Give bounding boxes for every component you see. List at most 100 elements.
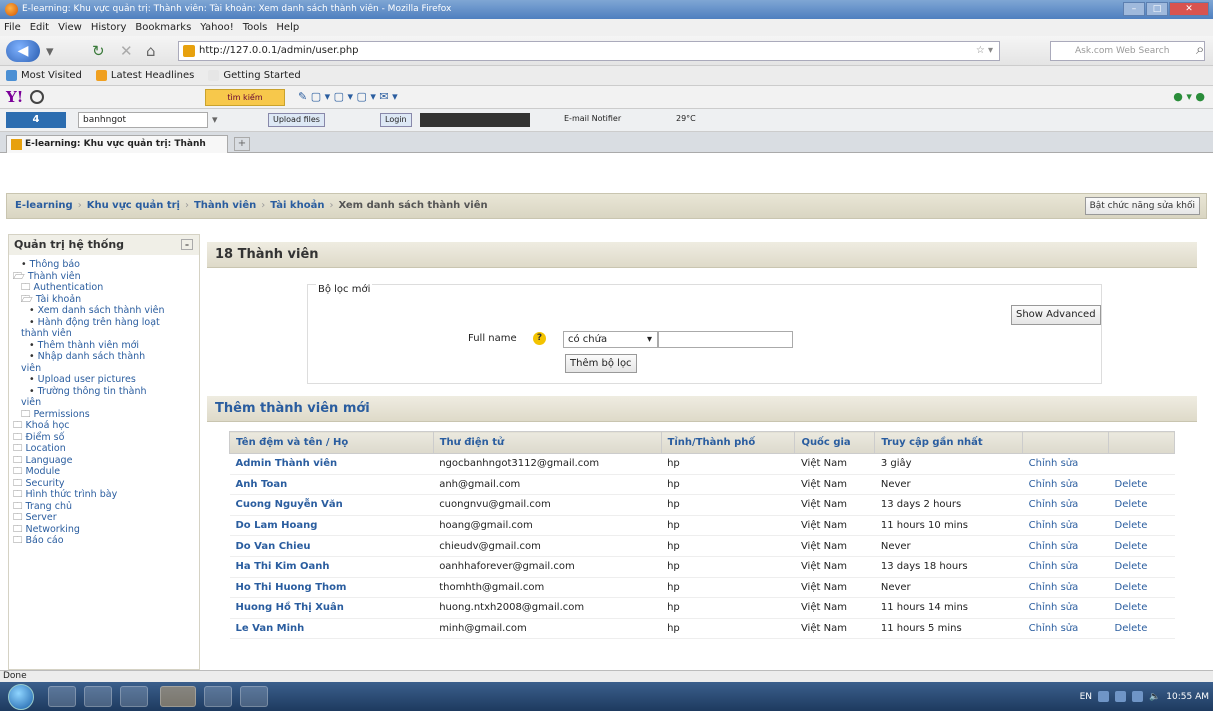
show-advanced-button[interactable]: Show Advanced: [1011, 305, 1101, 325]
username-field[interactable]: banhngot: [78, 112, 208, 128]
home-icon[interactable]: ⌂: [146, 42, 156, 60]
collapse-icon[interactable]: –: [181, 239, 193, 250]
web-search-box[interactable]: Ask.com Web Search: [1050, 41, 1205, 61]
edit-link[interactable]: Chỉnh sửa: [1022, 494, 1109, 516]
edit-link[interactable]: Chỉnh sửa: [1022, 597, 1109, 619]
edit-link[interactable]: Chỉnh sửa: [1022, 577, 1109, 599]
sidebar-item[interactable]: 🗀 Hình thức trình bày: [13, 489, 199, 501]
column-header[interactable]: Tỉnh/Thành phố: [660, 431, 796, 454]
delete-link[interactable]: Delete: [1108, 535, 1175, 557]
column-header[interactable]: Thư điện tử: [432, 431, 662, 454]
upload-files-button[interactable]: Upload files: [268, 113, 325, 127]
member-name-link[interactable]: Ha Thi Kim Oanh: [229, 556, 434, 578]
breadcrumb-item[interactable]: Khu vực quản trị: [87, 200, 180, 211]
menu-bookmarks[interactable]: Bookmarks: [135, 19, 191, 36]
media-player-widget[interactable]: [420, 113, 530, 127]
start-button[interactable]: [8, 684, 34, 710]
sidebar-item[interactable]: • Upload user pictures: [13, 374, 199, 386]
clock[interactable]: 10:55 AM: [1166, 692, 1209, 702]
member-name-link[interactable]: Do Lam Hoang: [229, 515, 434, 537]
member-name-link[interactable]: Ho Thi Huong Thom: [229, 577, 434, 599]
breadcrumb-item[interactable]: Tài khoản: [270, 200, 324, 211]
app2-taskbar-icon[interactable]: [240, 686, 268, 707]
edit-link[interactable]: Chỉnh sửa: [1022, 556, 1109, 578]
edit-link[interactable]: Chỉnh sửa: [1022, 474, 1109, 496]
filter-operator-select[interactable]: có chứa ▾: [563, 331, 658, 348]
filter-value-input[interactable]: [658, 331, 793, 348]
sidebar-item[interactable]: 🗀 Authentication: [13, 282, 199, 294]
sidebar-item[interactable]: viên: [13, 397, 199, 409]
yahoo-search-icon[interactable]: [30, 90, 44, 104]
user-dropdown-icon[interactable]: ▾: [212, 113, 218, 126]
bookmark-item[interactable]: Most Visited: [6, 66, 82, 85]
menu-view[interactable]: View: [58, 19, 82, 36]
explorer-icon[interactable]: [84, 686, 112, 707]
maximize-button[interactable]: □: [1146, 2, 1168, 16]
minimize-button[interactable]: –: [1123, 2, 1145, 16]
email-notifier[interactable]: E-mail Notifier: [560, 113, 625, 127]
back-button[interactable]: ◀: [6, 40, 40, 62]
reload-icon[interactable]: ↻: [92, 42, 105, 60]
history-dropdown-icon[interactable]: ▾: [46, 42, 54, 60]
menu-history[interactable]: History: [91, 19, 127, 36]
delete-link[interactable]: Delete: [1108, 515, 1175, 537]
search-icon[interactable]: ⌕: [1196, 40, 1204, 58]
app-taskbar-icon[interactable]: [204, 686, 232, 707]
close-button[interactable]: ✕: [1169, 2, 1209, 16]
sidebar-item[interactable]: 🗀 Khoá học: [13, 420, 199, 432]
ie-icon[interactable]: [48, 686, 76, 707]
yahoo-logo[interactable]: Y!: [6, 88, 23, 106]
edit-link[interactable]: Chỉnh sửa: [1022, 515, 1109, 537]
member-name-link[interactable]: Cuong Nguyễn Văn: [229, 494, 434, 516]
sidebar-item[interactable]: 🗀 Báo cáo: [13, 535, 199, 547]
add-member-heading[interactable]: Thêm thành viên mới: [207, 396, 1197, 422]
tray-icon[interactable]: [1098, 691, 1110, 702]
delete-link[interactable]: Delete: [1108, 494, 1175, 516]
add-filter-button[interactable]: Thêm bộ lọc: [565, 354, 637, 373]
breadcrumb-item[interactable]: Thành viên: [194, 200, 256, 211]
sidebar-item[interactable]: 🗀 Security: [13, 478, 199, 490]
member-name-link[interactable]: Anh Toan: [229, 474, 434, 496]
menu-yahoo[interactable]: Yahoo!: [200, 19, 233, 36]
sidebar-item[interactable]: 🗀 Location: [13, 443, 199, 455]
sidebar-item[interactable]: 🗀 Permissions: [13, 409, 199, 421]
member-name-link[interactable]: Le Van Minh: [229, 618, 434, 640]
menu-tools[interactable]: Tools: [243, 19, 268, 36]
yahoo-settings-icon[interactable]: ● ▾ ●: [1173, 90, 1205, 103]
delete-link[interactable]: Delete: [1108, 556, 1175, 578]
url-bar[interactable]: http://127.0.0.1/admin/user.php ☆ ▾: [178, 41, 1000, 61]
member-name-link[interactable]: Do Van Chieu: [229, 535, 434, 557]
volume-icon[interactable]: 🔈: [1149, 692, 1160, 702]
sidebar-item[interactable]: thành viên: [13, 328, 199, 340]
sidebar-item[interactable]: 🗁 Tài khoản: [13, 294, 199, 306]
menu-file[interactable]: File: [4, 19, 21, 36]
sidebar-item[interactable]: 🗀 Server: [13, 512, 199, 524]
yahoo-tools-icons[interactable]: ✎ ▢ ▾ ▢ ▾ ▢ ▾ ✉ ▾: [298, 90, 398, 103]
breadcrumb-item[interactable]: E-learning: [15, 200, 73, 211]
firefox-taskbar-icon[interactable]: [160, 686, 196, 707]
member-name-link[interactable]: Huong Hồ Thị Xuân: [229, 597, 434, 619]
sidebar-item[interactable]: • Thông báo: [13, 259, 199, 271]
column-header[interactable]: Truy cập gần nhất: [874, 431, 1024, 454]
sidebar-item[interactable]: viên: [13, 363, 199, 375]
menu-help[interactable]: Help: [276, 19, 299, 36]
sidebar-item[interactable]: • Hành động trên hàng loạt: [13, 317, 199, 329]
tray-icon[interactable]: [1132, 691, 1144, 702]
menu-edit[interactable]: Edit: [30, 19, 49, 36]
sidebar-item[interactable]: 🗀 Networking: [13, 524, 199, 536]
sidebar-item[interactable]: • Trường thông tin thành: [13, 386, 199, 398]
new-tab-button[interactable]: +: [234, 137, 250, 151]
yahoo-search-button[interactable]: tìm kiếm: [205, 89, 285, 106]
bookmark-item[interactable]: Getting Started: [208, 66, 301, 85]
sidebar-item[interactable]: • Thêm thành viên mới: [13, 340, 199, 352]
sidebar-item[interactable]: 🗀 Trang chủ: [13, 501, 199, 513]
delete-link[interactable]: Delete: [1108, 474, 1175, 496]
sidebar-item[interactable]: 🗀 Điểm số: [13, 432, 199, 444]
sidebar-item[interactable]: 🗁 Thành viên: [13, 271, 199, 283]
tray-icon[interactable]: [1115, 691, 1127, 702]
delete-link[interactable]: [1108, 453, 1175, 475]
sidebar-item[interactable]: 🗀 Language: [13, 455, 199, 467]
edit-link[interactable]: Chỉnh sửa: [1022, 618, 1109, 640]
sidebar-item[interactable]: • Nhập danh sách thành: [13, 351, 199, 363]
column-header[interactable]: Tên đệm và tên / Họ: [229, 431, 434, 454]
